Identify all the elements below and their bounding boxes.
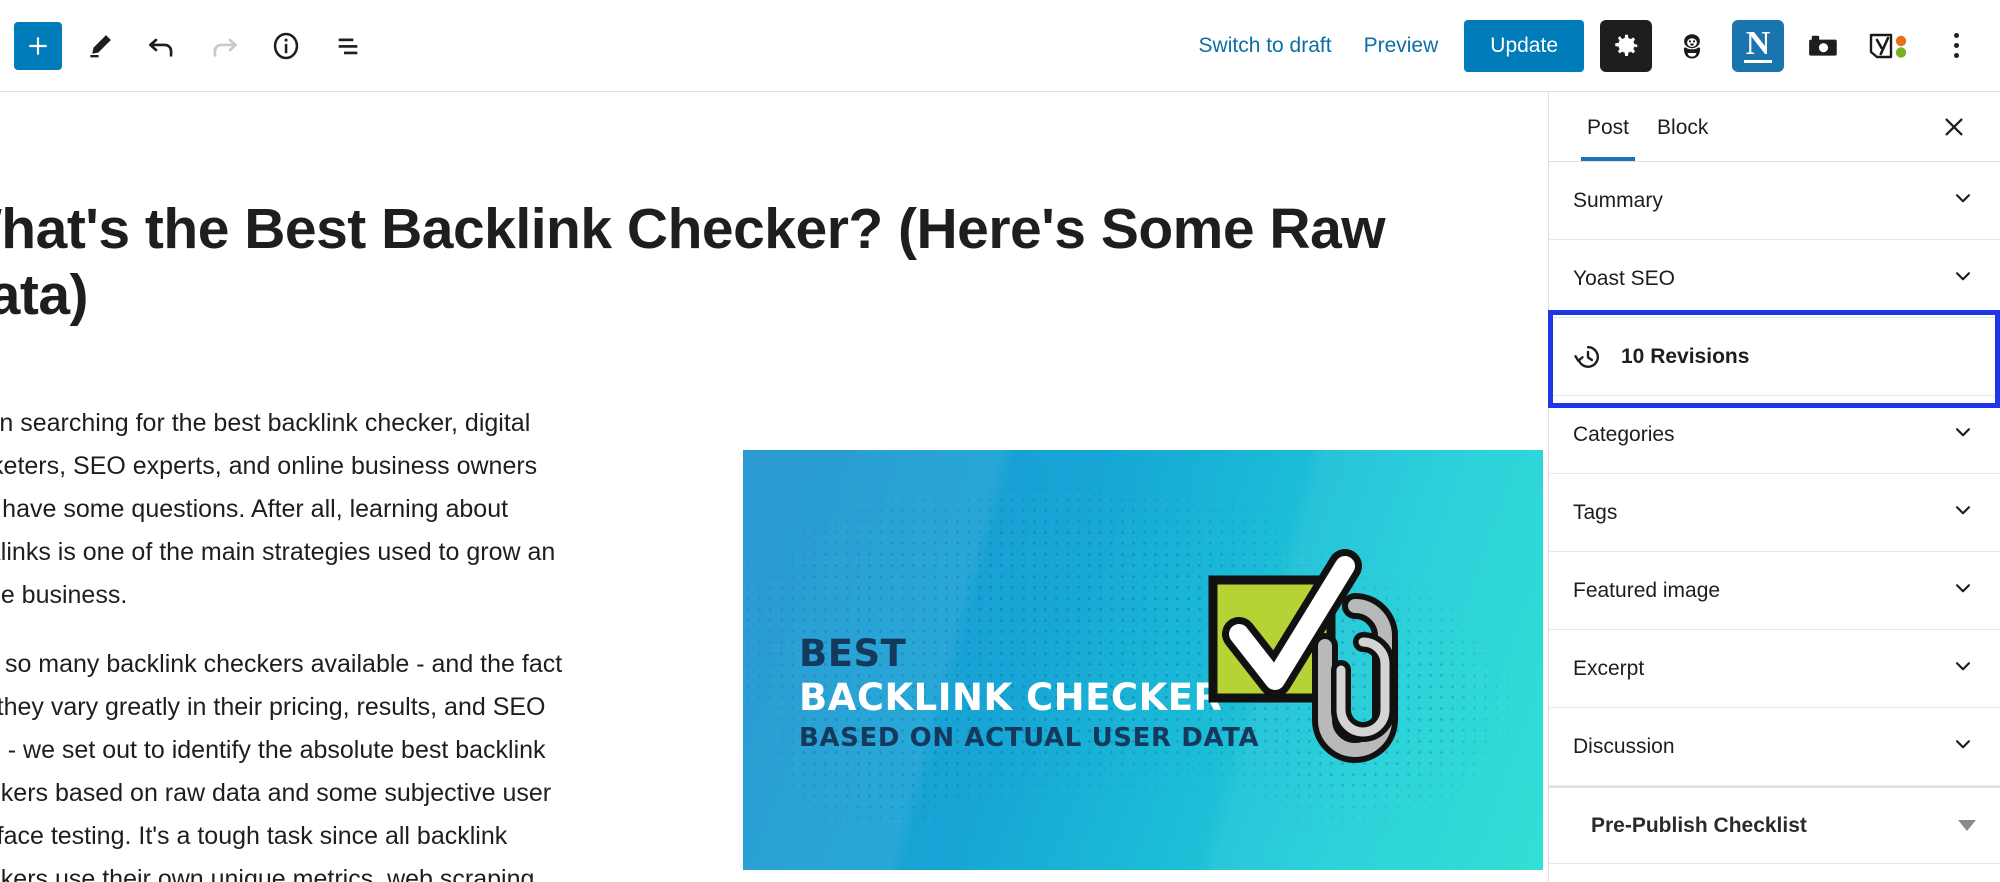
panel-label: Yoast SEO [1573,266,1675,290]
preview-button[interactable]: Preview [1348,24,1455,68]
chevron-down-icon [1950,497,1976,528]
sidebar-panel-excerpt[interactable]: Excerpt [1549,630,2000,708]
featured-image-line-1: BEST [799,632,907,675]
n-letter-icon: N [1745,24,1771,62]
panel-label: Summary [1573,188,1663,212]
panel-label: Tags [1573,500,1618,524]
add-block-button[interactable] [14,21,62,70]
camera-icon [1809,35,1837,56]
editor-canvas[interactable]: What's the Best Backlink Checker? (Here'… [0,92,1548,882]
gorilla-mascot-icon [1683,33,1701,59]
editor-toolbar: Switch to draft Preview Update N [0,0,2000,92]
featured-image-block[interactable]: BEST BACKLINK CHECKER BASED ON ACTUAL US… [743,450,1543,870]
undo-icon-button[interactable] [138,22,186,70]
info-icon-button[interactable] [262,22,310,70]
redo-icon [213,38,237,57]
revision-history-icon [1573,342,1603,372]
yoast-seo-icon [1869,33,1907,58]
featured-image-line-3: BASED ON ACTUAL USER DATA [799,723,1260,754]
post-body[interactable]: When searching for the best backlink che… [0,402,588,882]
edit-pencil-icon-button[interactable] [76,22,124,70]
post-settings-sidebar: Post Block Summary Yoast SEO 10 Revision… [1548,92,2000,882]
panel-label: Excerpt [1573,656,1645,680]
list-view-icon [338,38,358,54]
close-icon [1945,117,1963,136]
redo-icon-button[interactable] [200,22,248,70]
sidebar-panel-featured-image[interactable]: Featured image [1549,552,2000,630]
chevron-down-icon [1950,185,1976,216]
list-view-icon-button[interactable] [324,22,372,70]
sidebar-panel-tags[interactable]: Tags [1549,474,2000,552]
more-options-button[interactable] [1930,20,1982,72]
tab-post[interactable]: Post [1573,94,1643,161]
featured-image-line-2: BACKLINK CHECKER [799,675,1223,719]
n-underline-decoration [1744,59,1772,63]
sidebar-panel-summary[interactable]: Summary [1549,162,2000,240]
sidebar-revisions-button[interactable]: 10 Revisions [1549,318,2000,396]
chevron-down-icon [1950,419,1976,450]
toolbar-left-group [0,21,372,70]
wordpress-block-editor: Switch to draft Preview Update N hat's t… [0,0,2000,882]
toolbar-right-group: Switch to draft Preview Update N [1183,19,2000,72]
triangle-down-icon [1958,820,1976,831]
gorilla-mascot-button[interactable] [1666,20,1718,72]
camera-button[interactable] [1798,20,1850,72]
featured-image-text: BEST BACKLINK CHECKER BASED ON ACTUAL US… [799,632,1260,756]
gear-icon [1615,34,1638,56]
chevron-down-icon [1950,575,1976,606]
update-button[interactable]: Update [1464,19,1584,72]
close-sidebar-button[interactable] [1932,105,1976,149]
revisions-label: 10 Revisions [1621,344,1750,368]
sidebar-panel-categories[interactable]: Categories [1549,396,2000,474]
tab-block[interactable]: Block [1643,94,1722,160]
chevron-down-icon [1950,263,1976,294]
switch-to-draft-button[interactable]: Switch to draft [1183,24,1348,68]
paragraph-block[interactable]: With so many backlink checkers available… [0,643,588,882]
sidebar-panel-pre-publish-checklist[interactable]: Pre-Publish Checklist [1549,786,2000,864]
edit-pencil-icon [90,34,111,57]
panel-label: Pre-Publish Checklist [1591,813,1807,837]
panel-label: Categories [1573,422,1675,446]
info-icon [273,32,299,59]
three-dots-icon [1953,33,1959,58]
plus-icon [29,36,47,55]
undo-icon [149,38,173,57]
panel-label: Featured image [1573,578,1721,602]
post-title[interactable]: What's the Best Backlink Checker? (Here'… [0,197,1488,328]
sidebar-tabs: Post Block [1549,92,2000,162]
chevron-down-icon [1950,731,1976,762]
paragraph-block[interactable]: When searching for the best backlink che… [0,402,588,617]
check-and-link-badge [1208,549,1398,763]
n-plugin-button[interactable]: N [1732,19,1784,72]
yoast-seo-button[interactable] [1864,20,1916,72]
sidebar-panel-discussion[interactable]: Discussion [1549,708,2000,786]
sidebar-panel-yoast-seo[interactable]: Yoast SEO [1549,240,2000,318]
panel-label: Discussion [1573,734,1675,758]
chevron-down-icon [1950,653,1976,684]
settings-button[interactable] [1600,19,1652,72]
